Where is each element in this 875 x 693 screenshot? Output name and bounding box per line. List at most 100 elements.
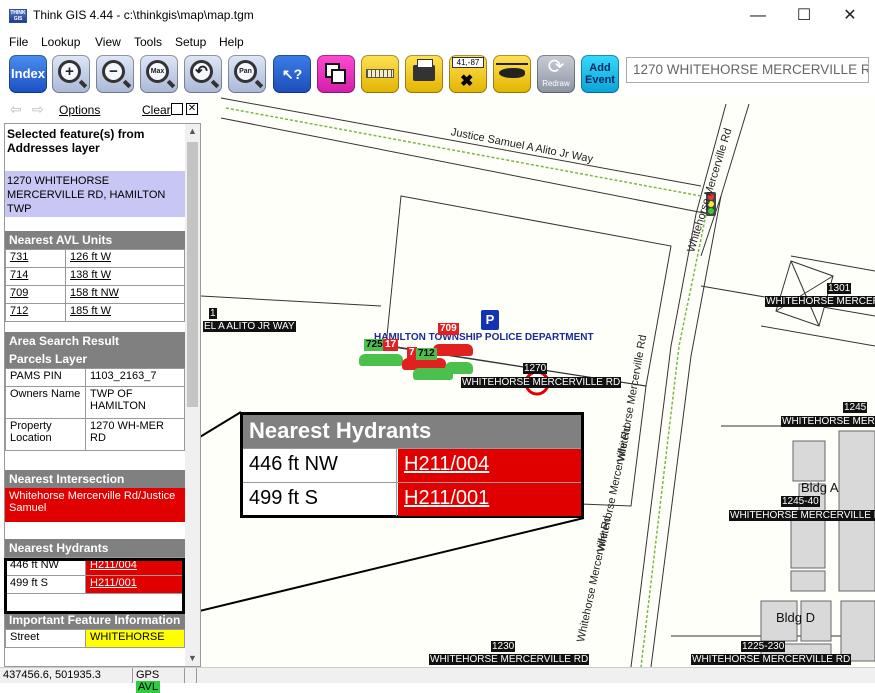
hydrants-header: Nearest Hydrants [5,539,185,557]
refresh-icon: ⟳ [547,56,565,78]
parcel-key: Property Location [5,418,86,451]
table-row: 712 185 ft W [5,303,185,322]
menu-file[interactable]: File [9,35,28,49]
parcels-layer-header: Parcels Layer [5,350,185,368]
avl-unit-tag: 712 [416,348,437,360]
road-label-alito-short-num: 1 [209,308,217,319]
index-button[interactable]: Index [9,55,47,93]
maximize-button[interactable]: ☐ [781,0,827,31]
car-icon[interactable] [433,344,473,356]
avl-units-header: Nearest AVL Units [5,231,185,249]
restore-panel-icon[interactable] [171,103,183,115]
redraw-label: Redraw [542,79,570,88]
avl-unit-link[interactable]: 714 [10,269,28,281]
status-segment [185,668,197,683]
address-street-label: WHITEHORSE MERCER [765,296,875,307]
pan-button[interactable]: Pan [228,55,266,93]
table-row: Street WHITEHORSE [5,629,185,648]
status-bar: 437456.6, 501935.3 GPS AVL [0,667,875,693]
important-key: Street [5,629,86,648]
close-button[interactable]: ✕ [827,0,873,31]
options-link[interactable]: Options [59,103,100,117]
hydrants-highlight-box [4,558,185,614]
address-street-label: WHITEHORSE MERCERVILLE RD [729,510,875,521]
scroll-up-icon[interactable]: ▲ [185,124,200,139]
menu-setup[interactable]: Setup [175,35,206,49]
helicopter-button[interactable] [493,55,531,93]
menu-bar: File Lookup View Tools Setup Help [0,32,875,52]
avl-units-table: 731 126 ft W 714 138 ft W 709 158 ft NW … [5,249,185,322]
map-canvas[interactable]: Justice Samuel A Alito Jr Way Whitehorse… [201,96,875,667]
parcel-key: PAMS PIN [5,368,86,387]
menu-view[interactable]: View [95,35,121,49]
address-number-label: 1270 [523,363,548,374]
table-row: 499 ft S H211/001 [243,482,581,516]
redraw-button[interactable]: ⟳ Redraw [537,55,575,93]
selected-address[interactable]: 1270 WHITEHORSE MERCERVILLE RD, HAMILTON… [5,171,185,217]
gps-avl-status: GPS AVL [133,668,185,693]
menu-help[interactable]: Help [219,35,244,49]
goto-coordinate-button[interactable]: 41,-87 ✖ [449,55,487,93]
avl-unit-tag: 17 [383,339,399,351]
scroll-down-icon[interactable]: ▼ [185,651,200,666]
intersection-header: Nearest Intersection [5,470,185,488]
zoom-in-button[interactable]: + [52,55,90,93]
avl-distance-link[interactable]: 138 ft W [70,269,111,281]
important-table: Street WHITEHORSE [5,629,185,648]
avl-distance-link[interactable]: 158 ft NW [70,287,119,299]
avl-distance-link[interactable]: 185 ft W [70,305,111,317]
back-arrow-icon[interactable]: ⇦ [10,101,22,118]
title-bar: THINK GIS Think GIS 4.44 - c:\thinkgis\m… [0,0,875,32]
table-row: 714 138 ft W [5,267,185,286]
print-button[interactable] [405,55,443,93]
car-icon[interactable] [359,354,403,366]
zoom-in-icon: + [58,60,81,83]
pan-icon: Pan [234,60,257,83]
panel-scrollbar[interactable]: ▲ ▼ [185,124,200,666]
callout-header: Nearest Hydrants [243,415,581,448]
table-row: 446 ft NW H211/004 [243,448,581,482]
forward-arrow-icon[interactable]: ⇨ [32,101,44,118]
parcel-key: Owners Name [5,386,86,419]
address-search-input[interactable]: 1270 WHITEHORSE MERCERVILLE RD [626,57,869,83]
menu-tools[interactable]: Tools [134,35,162,49]
intersection-value[interactable]: Whitehorse Mercerville Rd/Justice Samuel [5,488,185,522]
road-label-alito-short: EL A ALITO JR WAY [203,321,296,332]
address-number-label: 1225-230 [741,641,786,652]
police-department-label: HAMILTON TOWNSHIP POLICE DEPARTMENT [374,332,594,343]
address-number-label: 1301 [827,283,852,294]
menu-lookup[interactable]: Lookup [41,35,80,49]
zoom-out-button[interactable]: − [96,55,134,93]
parcel-value: 1103_2163_7 [85,368,185,387]
selected-features-header: Selected feature(s) from Addresses layer [7,127,145,155]
minimize-button[interactable]: — [735,0,781,31]
identify-button[interactable]: ↖? [273,55,311,93]
address-street-label: WHITEHORSE MERCERVILLE RD [429,654,590,665]
table-row: Property Location 1270 WH-MER RD [5,418,185,451]
add-event-button[interactable]: Add Event [581,55,619,93]
close-panel-icon[interactable]: ✕ [186,103,198,115]
coordinate-label: 41,-87 [452,57,484,68]
table-row: PAMS PIN 1103_2163_7 [5,368,185,387]
building-label: Bldg D [776,610,816,625]
coordinates-readout: 437456.6, 501935.3 [0,668,133,683]
callout-distance: 499 ft S [243,483,397,516]
building-label: Bldg A [801,480,839,495]
callout-hydrant-link[interactable]: H211/004 [398,449,581,482]
avl-unit-link[interactable]: 731 [10,251,28,263]
avl-unit-link[interactable]: 709 [10,287,28,299]
zoom-max-button[interactable]: Max [140,55,178,93]
avl-unit-link[interactable]: 712 [10,305,28,317]
measure-button[interactable] [361,55,399,93]
avl-distance-link[interactable]: 126 ft W [70,251,111,263]
callout-hydrant-link[interactable]: H211/001 [398,483,581,516]
zoom-previous-button[interactable]: ↶ [184,55,222,93]
layers-button[interactable] [317,55,355,93]
zoom-max-icon: Max [146,60,169,83]
clear-link[interactable]: Clear [142,103,171,117]
scroll-thumb[interactable] [187,142,198,407]
printer-icon [413,59,435,81]
zoom-out-icon: − [102,60,125,83]
hydrants-callout: Nearest Hydrants 446 ft NW H211/004 499 … [240,412,584,518]
car-icon[interactable] [445,362,473,374]
